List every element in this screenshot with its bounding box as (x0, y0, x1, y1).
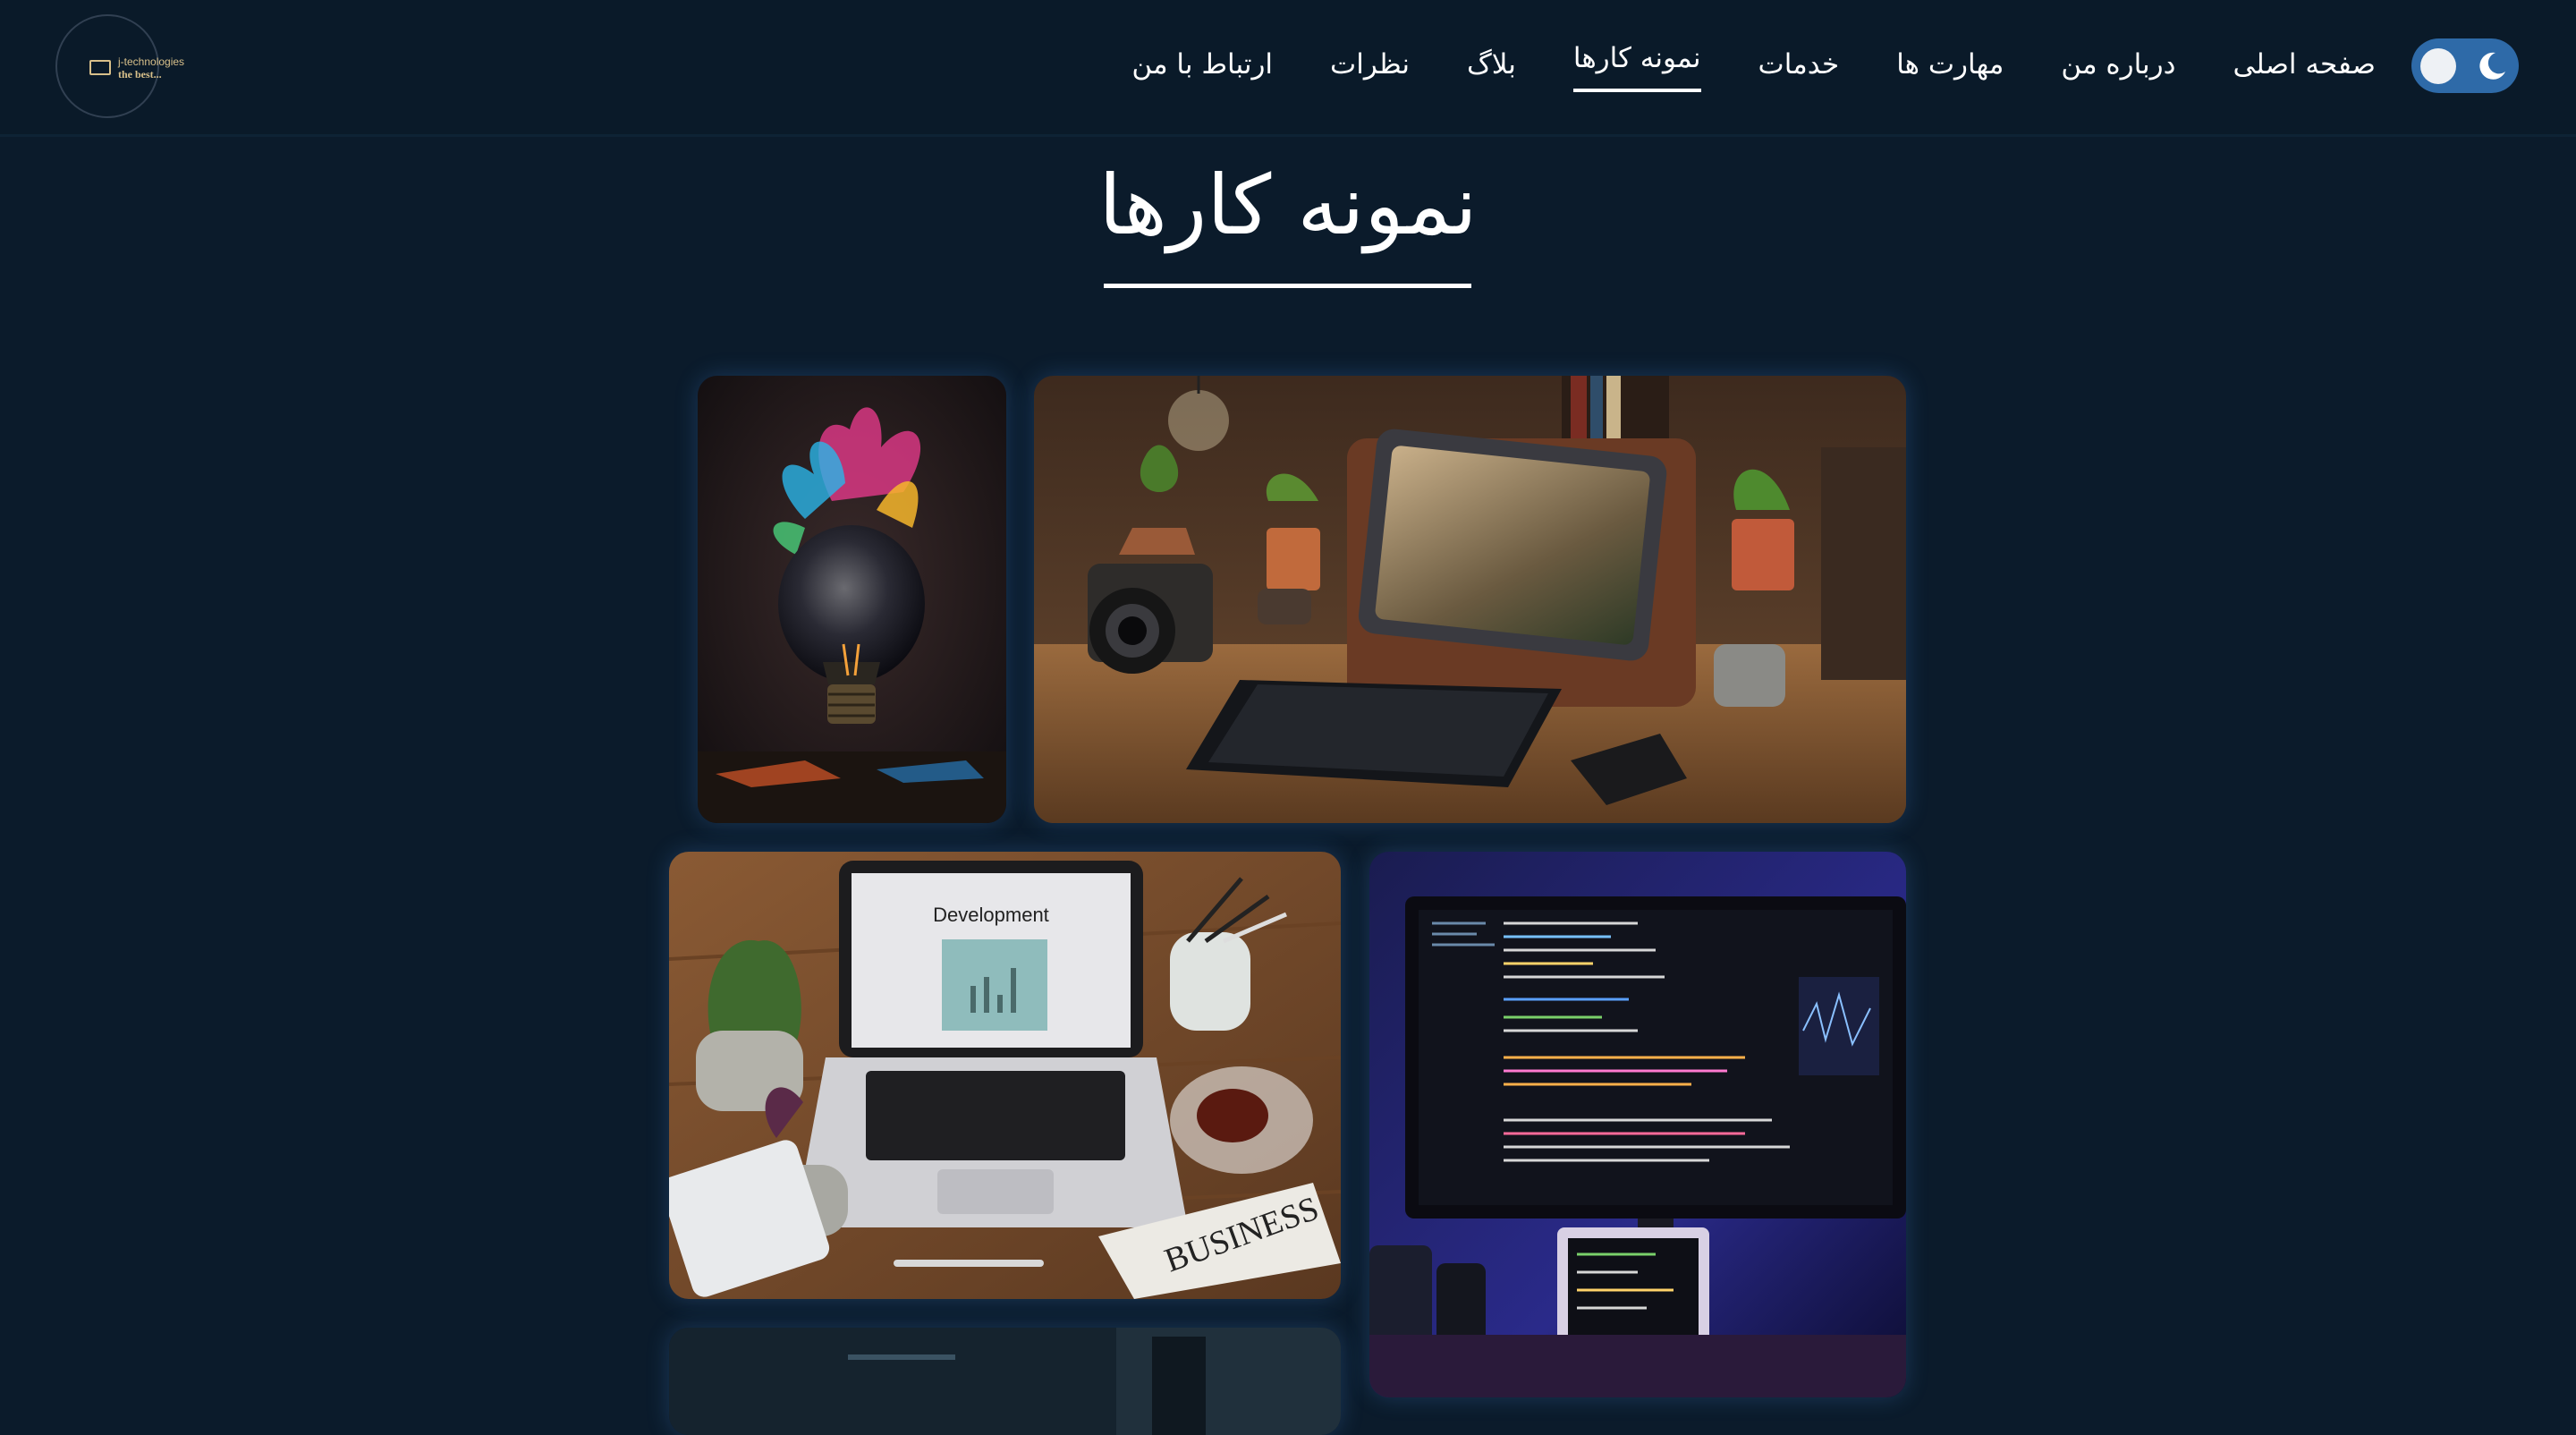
desk-tablet-camera-image (1034, 376, 1906, 823)
page-title: نمونه کارها (1098, 157, 1478, 253)
nav-portfolio[interactable]: نمونه کارها (1572, 42, 1701, 92)
laptop-logo-icon (89, 60, 111, 75)
coding-monitor-image (1369, 852, 1906, 1397)
lightbulb-paint-image (698, 376, 1006, 823)
nav-testimonials[interactable]: نظرات (1330, 48, 1410, 86)
logo-tagline-text: the best... (118, 68, 162, 81)
toggle-knob (2420, 48, 2456, 84)
nav-services[interactable]: خدمات (1758, 48, 1840, 86)
moon-icon (2479, 52, 2505, 80)
nav-blog[interactable]: بلاگ (1467, 48, 1516, 86)
site-header: j-technologies the best... صفحه اصلی درب… (0, 0, 2576, 137)
nav-contact[interactable]: ارتباط با من (1131, 48, 1273, 86)
partial-bottom-image (669, 1328, 1341, 1435)
logo-brand-text: j-technologies (118, 55, 185, 68)
laptop-development-image: Development BUSINESS (669, 852, 1341, 1299)
gallery-item-partial[interactable] (669, 1328, 1341, 1435)
laptop-screen-text: Development (933, 904, 1049, 926)
theme-toggle[interactable] (2411, 38, 2519, 93)
main-nav: صفحه اصلی درباره من مهارت ها خدمات نمونه… (1131, 0, 2376, 134)
gallery-item-desk[interactable] (1034, 376, 1906, 823)
nav-home[interactable]: صفحه اصلی (2233, 48, 2376, 86)
gallery-item-coding[interactable] (1369, 852, 1906, 1397)
nav-skills[interactable]: مهارت ها (1896, 48, 2004, 86)
site-logo[interactable]: j-technologies the best... (55, 14, 184, 118)
nav-about[interactable]: درباره من (2061, 48, 2175, 86)
gallery-item-lightbulb[interactable] (698, 376, 1006, 823)
title-underline (1104, 284, 1471, 288)
gallery-item-laptop[interactable]: Development BUSINESS (669, 852, 1341, 1299)
